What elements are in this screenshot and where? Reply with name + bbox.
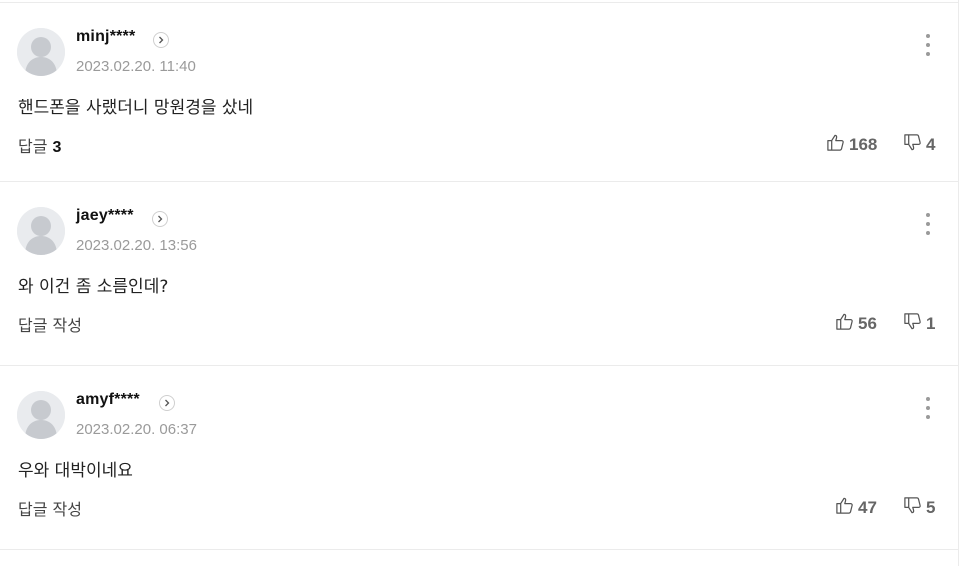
more-vertical-icon[interactable] <box>918 31 938 59</box>
thumbs-down-icon <box>903 312 922 336</box>
comment-text: 핸드폰을 사랬더니 망원경을 샀네 <box>18 98 254 118</box>
reply-label: 답글 <box>18 137 48 156</box>
author-name[interactable]: minj**** <box>76 28 135 46</box>
thumbs-down-icon <box>903 496 922 520</box>
reply-count: 3 <box>52 139 62 156</box>
like-count: 47 <box>858 498 877 517</box>
avatar-icon[interactable] <box>17 28 65 76</box>
reply-label: 답글 작성 <box>18 500 82 519</box>
reply-button[interactable]: 답글 작성 <box>18 496 82 520</box>
comment-item: amyf**** 2023.02.20. 06:37 우와 대박이네요 답글 작… <box>0 366 959 549</box>
avatar-icon[interactable] <box>17 391 65 439</box>
like-count: 168 <box>849 135 878 154</box>
thumbs-up-icon <box>835 312 854 336</box>
comment-date: 2023.02.20. 11:40 <box>76 58 196 75</box>
chevron-right-icon[interactable] <box>152 211 168 227</box>
reply-button[interactable]: 답글 작성 <box>18 312 82 336</box>
dislike-button[interactable]: 5 <box>903 496 935 520</box>
like-button[interactable]: 47 <box>835 496 877 520</box>
dislike-button[interactable]: 4 <box>903 133 935 157</box>
comment-text: 우와 대박이네요 <box>18 461 133 481</box>
comment-divider <box>0 549 959 550</box>
avatar-icon[interactable] <box>17 207 65 255</box>
reply-button[interactable]: 답글 3 <box>18 133 61 157</box>
comment-date: 2023.02.20. 13:56 <box>76 237 197 254</box>
like-button[interactable]: 168 <box>826 133 877 157</box>
more-vertical-icon[interactable] <box>918 394 938 422</box>
thumbs-up-icon <box>835 496 854 520</box>
author-name[interactable]: amyf**** <box>76 391 140 409</box>
like-count: 56 <box>858 314 877 333</box>
thumbs-down-icon <box>903 133 922 157</box>
dislike-count: 1 <box>926 314 936 333</box>
more-vertical-icon[interactable] <box>918 210 938 238</box>
chevron-right-icon[interactable] <box>159 395 175 411</box>
reply-label: 답글 작성 <box>18 316 82 335</box>
dislike-count: 5 <box>926 498 936 517</box>
comment-item: minj**** 2023.02.20. 11:40 핸드폰을 사랬더니 망원경… <box>0 3 959 181</box>
chevron-right-icon[interactable] <box>153 32 169 48</box>
thumbs-up-icon <box>826 133 845 157</box>
comment-text: 와 이건 좀 소름인데? <box>18 277 169 297</box>
author-name[interactable]: jaey**** <box>76 207 134 225</box>
comment-date: 2023.02.20. 06:37 <box>76 421 197 438</box>
dislike-count: 4 <box>926 135 936 154</box>
comment-item: jaey**** 2023.02.20. 13:56 와 이건 좀 소름인데? … <box>0 182 959 365</box>
like-button[interactable]: 56 <box>835 312 877 336</box>
dislike-button[interactable]: 1 <box>903 312 935 336</box>
